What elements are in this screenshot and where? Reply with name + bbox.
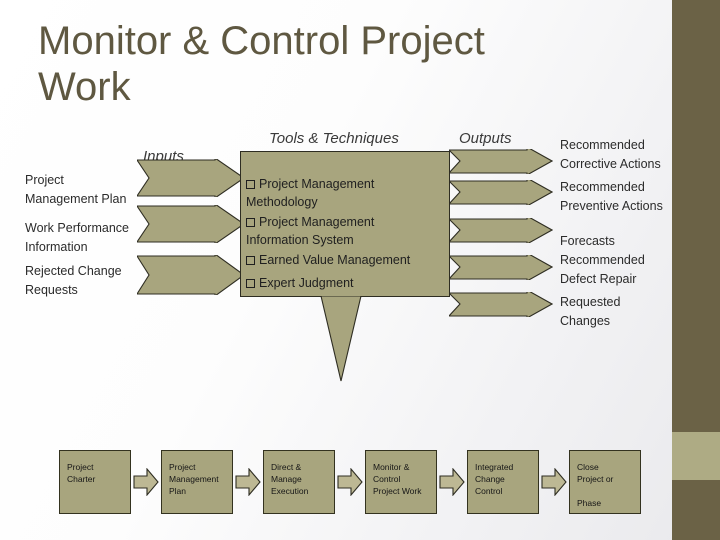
- process-step-box[interactable]: Monitor & Control Project Work: [365, 450, 437, 514]
- process-step-box[interactable]: Project Management Plan: [161, 450, 233, 514]
- output-arrow-icon: [449, 180, 553, 205]
- right-arrow-icon: [133, 468, 159, 496]
- output-arrow-icon: [449, 149, 553, 174]
- right-arrow-icon: [541, 468, 567, 496]
- column-heading-tools: Tools & Techniques: [269, 130, 399, 147]
- output-arrow-icon: [449, 255, 553, 280]
- input-arrow-icon: [137, 159, 245, 197]
- input-label: Project Management Plan: [25, 173, 127, 206]
- right-arrow-icon: [337, 468, 363, 496]
- square-bullet-icon: [246, 180, 255, 189]
- square-bullet-icon: [246, 279, 255, 288]
- output-label: Recommended Defect Repair: [560, 253, 645, 286]
- down-pointer-icon: [320, 296, 362, 382]
- accent-bar-right-highlight: [672, 432, 720, 480]
- input-label: Rejected Change Requests: [25, 264, 122, 297]
- output-label: Recommended Preventive Actions: [560, 180, 663, 213]
- tools-and-techniques-box: Project Management Methodology Project M…: [240, 151, 450, 297]
- output-label: Forecasts: [560, 234, 615, 248]
- square-bullet-icon: [246, 218, 255, 227]
- process-step-box[interactable]: Direct & Manage Execution: [263, 450, 335, 514]
- slide-canvas: Monitor & Control Project Work Inputs To…: [0, 0, 720, 540]
- input-arrow-icon: [137, 255, 245, 295]
- output-label: Recommended Corrective Actions: [560, 138, 661, 171]
- tool-item: Expert Judgment: [246, 256, 446, 292]
- process-step-box[interactable]: Close Project or Phase: [569, 450, 641, 514]
- process-step-box[interactable]: Project Charter: [59, 450, 131, 514]
- input-arrow-icon: [137, 205, 245, 243]
- tool-item-label: Expert Judgment: [259, 276, 354, 290]
- right-arrow-icon: [235, 468, 261, 496]
- page-title: Monitor & Control Project Work: [38, 19, 485, 109]
- output-arrow-icon: [449, 292, 553, 317]
- input-label: Work Performance Information: [25, 221, 129, 254]
- output-label: Requested Changes: [560, 295, 621, 328]
- output-arrow-icon: [449, 218, 553, 243]
- right-arrow-icon: [439, 468, 465, 496]
- process-step-box[interactable]: Integrated Change Control: [467, 450, 539, 514]
- column-heading-outputs: Outputs: [459, 130, 512, 147]
